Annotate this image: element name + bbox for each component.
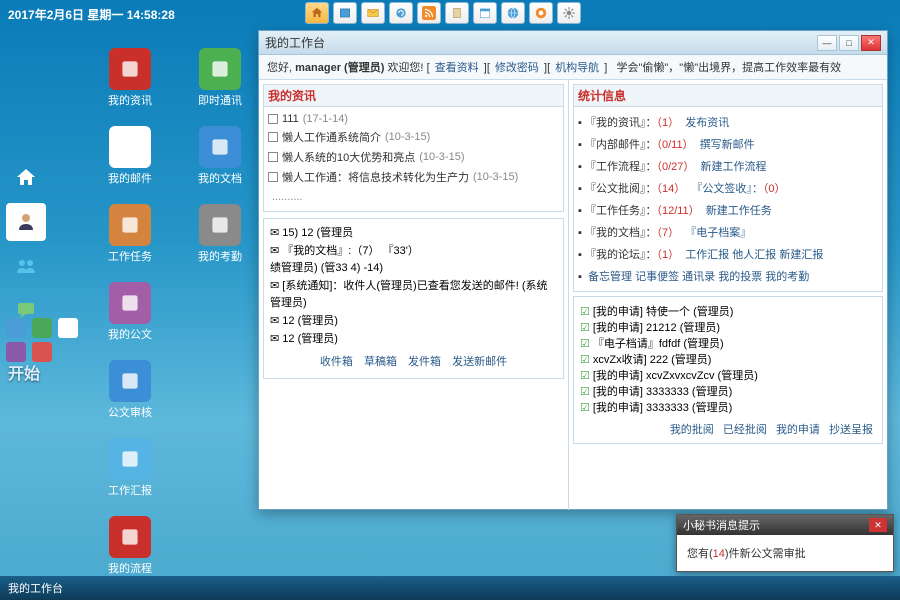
desktop-icon[interactable]: 我的考勤 bbox=[185, 204, 255, 264]
right-panel: 统计信息 ▪ 『我的资讯』：（1） 发布资讯▪ 『内部邮件』：（0/11） 撰写… bbox=[569, 80, 887, 510]
news-list: 111 (17-1-14)懒人工作通系统简介 (10-3-15)懒人系统的10大… bbox=[263, 107, 564, 212]
header-link[interactable]: 查看资料 bbox=[435, 62, 479, 74]
header-link[interactable]: 修改密码 bbox=[495, 62, 539, 74]
stats-list: ▪ 『我的资讯』：（1） 发布资讯▪ 『内部邮件』：（0/11） 撰写新邮件▪ … bbox=[573, 107, 883, 292]
stat-row[interactable]: ▪ 『我的文档』：（7） 『电子档案』 bbox=[578, 221, 878, 243]
desktop-column-2: 即时通讯我的文档我的考勤 bbox=[185, 48, 255, 264]
approval-item[interactable]: ☑[我的申请] xcvZxvxcvZcv (管理员) bbox=[580, 367, 876, 383]
greeting-bar: 您好, manager (管理员) 欢迎您! [ 查看资料 ][ 修改密码 ][… bbox=[259, 55, 887, 80]
news-item[interactable]: 懒人系统的10大优势和亮点 (10-3-15) bbox=[268, 147, 559, 167]
approval-link[interactable]: 我的批阅 bbox=[670, 424, 714, 436]
desktop-icon[interactable]: 我的文档 bbox=[185, 126, 255, 186]
window-icon[interactable] bbox=[333, 2, 357, 24]
mail-link[interactable]: 发件箱 bbox=[408, 356, 441, 368]
gear-icon[interactable] bbox=[557, 2, 581, 24]
stat-row[interactable]: ▪ 备忘管理 记事便签 通讯录 我的投票 我的考勤 bbox=[578, 265, 878, 287]
refresh-icon[interactable] bbox=[389, 2, 413, 24]
news-item[interactable]: 懒人工作通系统简介 (10-3-15) bbox=[268, 127, 559, 147]
stat-row[interactable]: ▪ 『工作任务』：（12/11） 新建工作任务 bbox=[578, 199, 878, 221]
desktop-icon[interactable]: 公文审核 bbox=[95, 360, 165, 420]
mini-icons bbox=[6, 318, 78, 338]
stat-row[interactable]: ▪ 『工作流程』：（0/27） 新建工作流程 bbox=[578, 155, 878, 177]
mini-icon-4[interactable] bbox=[6, 342, 26, 362]
mailbox-panel: ✉ 15) 12 (管理员✉ 『我的文档』:（7） 『33'）绩管理员) (管3… bbox=[263, 218, 564, 379]
approval-list: ☑[我的申请] 特使一个 (管理员)☑[我的申请] 21212 (管理员)☑『电… bbox=[573, 296, 883, 444]
approval-item[interactable]: ☑[我的申请] 21212 (管理员) bbox=[580, 319, 876, 335]
mail-link[interactable]: 发送新邮件 bbox=[452, 356, 507, 368]
dock-home-icon[interactable] bbox=[6, 159, 46, 197]
header-link[interactable]: 机构导航 bbox=[555, 62, 599, 74]
stat-row[interactable]: ▪ 『我的论坛』：（1） 工作汇报 他人汇报 新建汇报 bbox=[578, 243, 878, 265]
notif-titlebar[interactable]: 小秘书消息提示 ✕ bbox=[677, 515, 893, 535]
mail-link[interactable]: 收件箱 bbox=[320, 356, 353, 368]
checkbox-icon bbox=[268, 132, 278, 142]
stat-row[interactable]: ▪ 『公文批阅』：（14） 『公文签收』：（0） bbox=[578, 177, 878, 199]
start-button[interactable]: 开始 bbox=[8, 360, 40, 384]
approval-item[interactable]: ☑[我的申请] 特使一个 (管理员) bbox=[580, 303, 876, 319]
desktop-icon[interactable]: 我的公文 bbox=[95, 282, 165, 342]
calendar-icon[interactable] bbox=[473, 2, 497, 24]
desktop-icon[interactable]: 我的邮件 bbox=[95, 126, 165, 186]
stats-section-title: 统计信息 bbox=[573, 84, 883, 107]
top-toolbar bbox=[305, 2, 581, 24]
desktop-column-1: 我的资讯我的邮件工作任务我的公文公文审核工作汇报我的流程 bbox=[95, 48, 165, 576]
main-window: 我的工作台 — □ ✕ 您好, manager (管理员) 欢迎您! [ 查看资… bbox=[258, 30, 888, 510]
mail-link[interactable]: 草稿箱 bbox=[364, 356, 397, 368]
checkbox-icon bbox=[268, 172, 278, 182]
mini-icon-2[interactable] bbox=[32, 318, 52, 338]
desktop-icon[interactable]: 工作任务 bbox=[95, 204, 165, 264]
notif-body: 您有(14)件新公文需审批 bbox=[677, 535, 893, 571]
stat-row[interactable]: ▪ 『我的资讯』：（1） 发布资讯 bbox=[578, 111, 878, 133]
home-icon[interactable] bbox=[305, 2, 329, 24]
news-section-title: 我的资讯 bbox=[263, 84, 564, 107]
news-item[interactable]: 111 (17-1-14) bbox=[268, 111, 559, 127]
approval-item[interactable]: ☑[我的申请] 3333333 (管理员) bbox=[580, 383, 876, 399]
window-titlebar[interactable]: 我的工作台 — □ ✕ bbox=[259, 31, 887, 55]
approval-item[interactable]: ☑xcvZx收请] 222 (管理员) bbox=[580, 351, 876, 367]
approval-item[interactable]: ☑[我的申请] 3333333 (管理员) bbox=[580, 399, 876, 415]
approval-link[interactable]: 抄送呈报 bbox=[829, 424, 873, 436]
maximize-button[interactable]: □ bbox=[839, 35, 859, 51]
mini-icon-1[interactable] bbox=[6, 318, 26, 338]
left-panel: 我的资讯 111 (17-1-14)懒人工作通系统简介 (10-3-15)懒人系… bbox=[259, 80, 569, 510]
motto: 学会"偷懒"，"懒"出境界，提高工作效率最有效 bbox=[616, 62, 841, 74]
desktop-icon[interactable]: 我的资讯 bbox=[95, 48, 165, 108]
rss-icon[interactable] bbox=[417, 2, 441, 24]
mail-icon[interactable] bbox=[361, 2, 385, 24]
minimize-button[interactable]: — bbox=[817, 35, 837, 51]
taskbar[interactable]: 我的工作台 bbox=[0, 576, 900, 600]
news-item[interactable]: 懒人工作通：将信息技术转化为生产力 (10-3-15) bbox=[268, 167, 559, 187]
checkbox-icon bbox=[268, 114, 278, 124]
greet-user: manager (管理员) bbox=[295, 62, 384, 74]
checkbox-icon bbox=[268, 152, 278, 162]
approval-item[interactable]: ☑『电子档请』fdfdf (管理员) bbox=[580, 335, 876, 351]
globe-icon[interactable] bbox=[501, 2, 525, 24]
dock-people-icon[interactable] bbox=[6, 247, 46, 285]
dock-user-icon[interactable] bbox=[6, 203, 46, 241]
notification-popup: 小秘书消息提示 ✕ 您有(14)件新公文需审批 bbox=[676, 514, 894, 572]
desktop-icon[interactable]: 我的流程 bbox=[95, 516, 165, 576]
help-icon[interactable] bbox=[529, 2, 553, 24]
desktop-icon[interactable]: 工作汇报 bbox=[95, 438, 165, 498]
window-title: 我的工作台 bbox=[265, 34, 325, 51]
notif-title: 小秘书消息提示 bbox=[683, 517, 760, 533]
left-dock bbox=[2, 155, 50, 333]
greet-pre: 您好, bbox=[267, 62, 292, 74]
datetime: 2017年2月6日 星期一 14:58:28 bbox=[8, 6, 175, 23]
clipboard-icon[interactable] bbox=[445, 2, 469, 24]
stat-row[interactable]: ▪ 『内部邮件』：（0/11） 撰写新邮件 bbox=[578, 133, 878, 155]
mini-icon-3[interactable] bbox=[58, 318, 78, 338]
desktop-icon[interactable]: 即时通讯 bbox=[185, 48, 255, 108]
close-button[interactable]: ✕ bbox=[861, 35, 881, 51]
approval-link[interactable]: 已经批阅 bbox=[723, 424, 767, 436]
approval-link[interactable]: 我的申请 bbox=[776, 424, 820, 436]
mini-icon-close[interactable] bbox=[32, 342, 52, 362]
notif-close-button[interactable]: ✕ bbox=[869, 518, 887, 532]
taskbar-item[interactable]: 我的工作台 bbox=[8, 580, 63, 596]
greet-welcome: 欢迎您! bbox=[387, 62, 423, 74]
